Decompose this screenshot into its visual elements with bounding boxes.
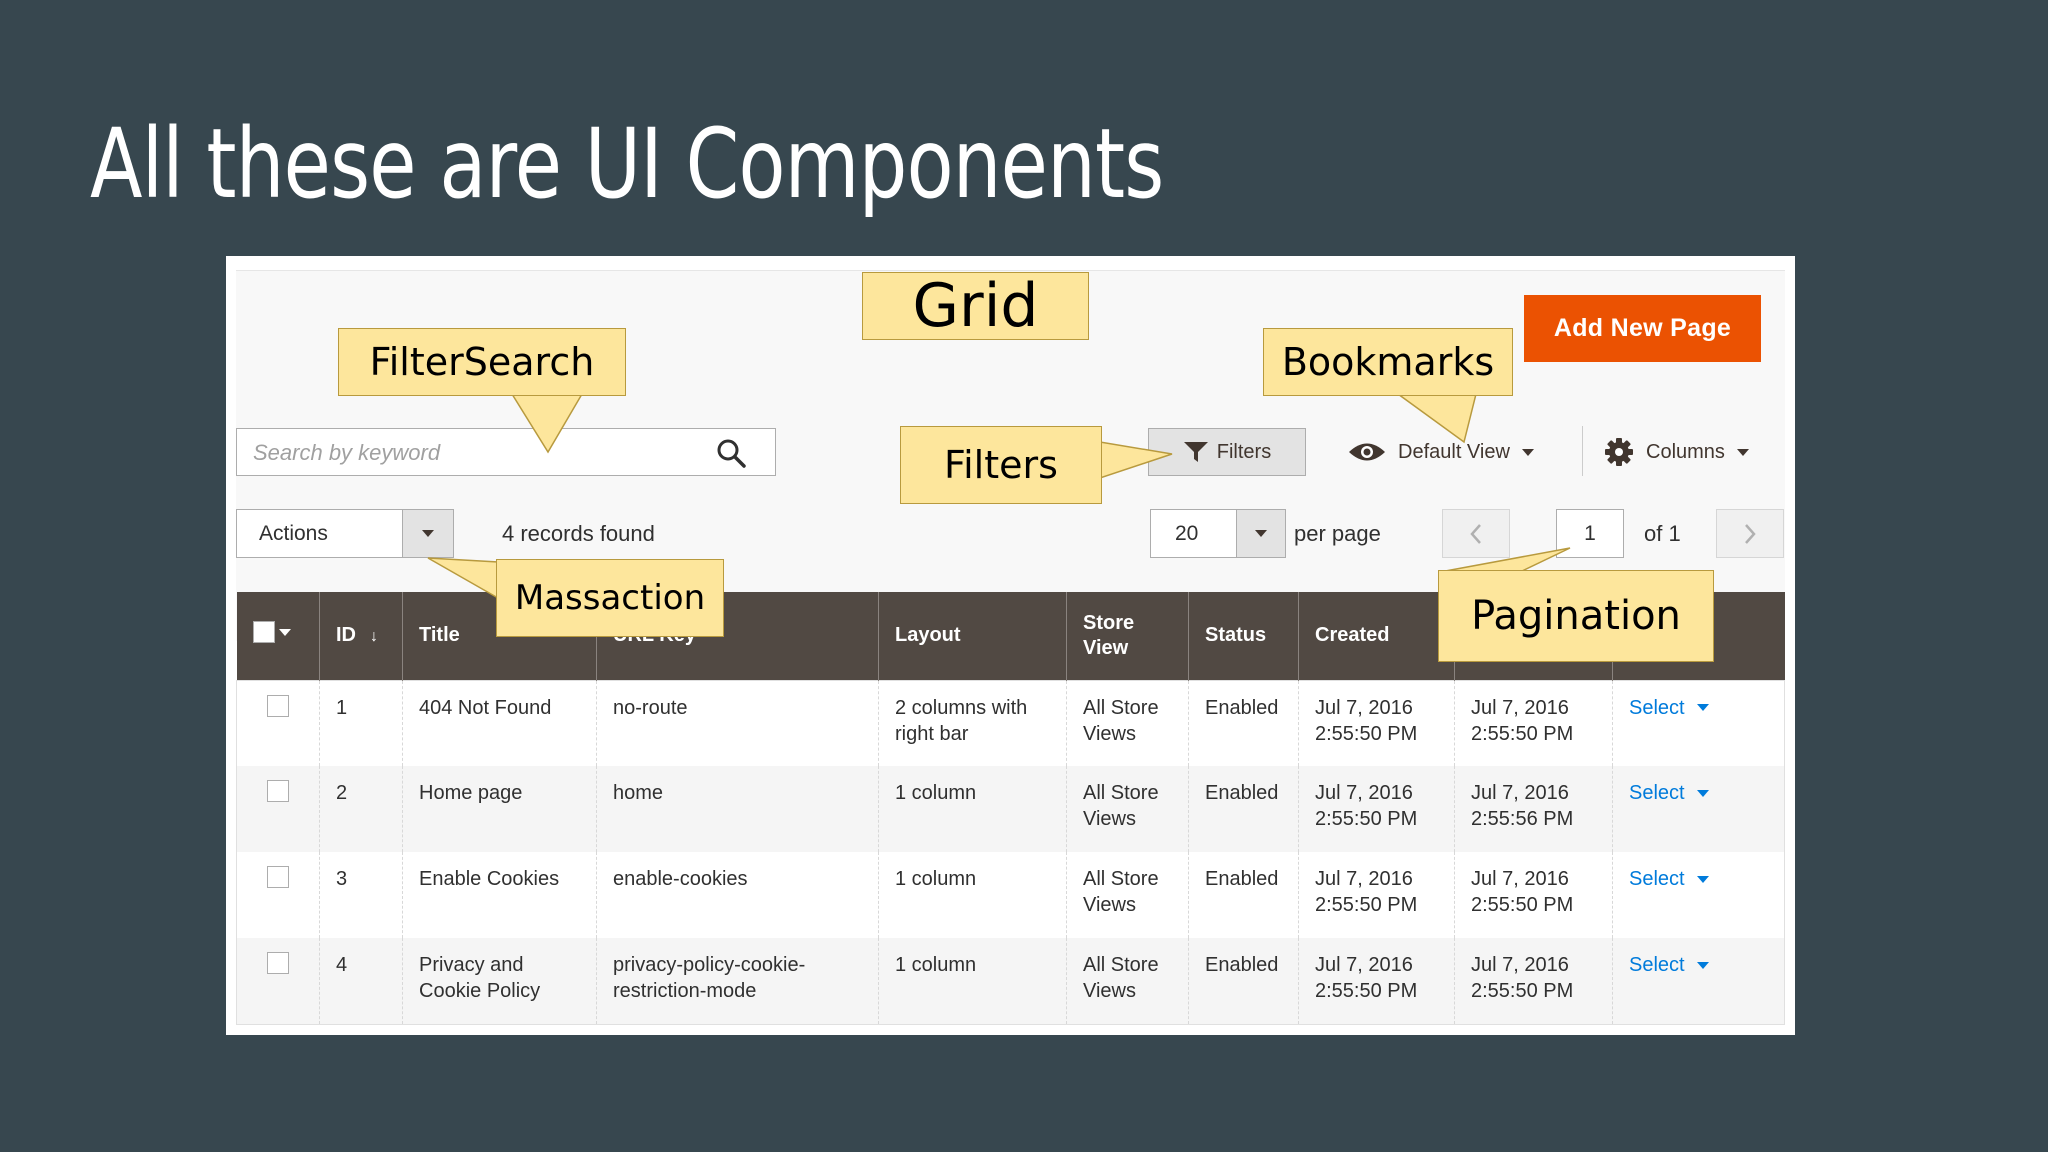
cell-modified: Jul 7, 2016 2:55:50 PM — [1454, 852, 1613, 938]
table-row[interactable]: 4 Privacy and Cookie Policy privacy-poli… — [236, 938, 1785, 1024]
previous-page-button[interactable] — [1442, 509, 1510, 558]
toolbar-divider — [1582, 426, 1583, 476]
funnel-icon — [1183, 442, 1208, 462]
chevron-down-icon — [1696, 704, 1709, 711]
bookmark-label: Default View — [1398, 440, 1510, 463]
chevron-down-icon — [1696, 961, 1709, 969]
filters-button[interactable]: Filters — [1148, 428, 1306, 476]
row-action-select[interactable]: Select — [1629, 866, 1709, 892]
actions-dropdown-toggle[interactable] — [402, 510, 453, 557]
chevron-down-icon — [278, 628, 291, 636]
row-action-select[interactable]: Select — [1629, 952, 1709, 978]
column-header-status[interactable]: Status — [1188, 592, 1299, 680]
bookmarks-dropdown[interactable]: Default View — [1348, 432, 1534, 472]
cell-store-view: All Store Views — [1066, 938, 1189, 1024]
callout-filtersearch: FilterSearch — [338, 328, 626, 396]
cell-title: Enable Cookies — [402, 852, 597, 938]
table-row[interactable]: 3 Enable Cookies enable-cookies 1 column… — [236, 852, 1785, 938]
chevron-left-icon — [1470, 523, 1481, 544]
cell-url-key: home — [596, 766, 879, 852]
chevron-down-icon — [1736, 448, 1749, 456]
filters-label: Filters — [1216, 440, 1272, 463]
cell-created: Jul 7, 2016 2:55:50 PM — [1298, 852, 1455, 938]
chevron-down-icon — [1521, 448, 1534, 456]
eye-icon — [1349, 443, 1385, 461]
cell-url-key: no-route — [596, 680, 879, 766]
chevron-right-icon — [1745, 523, 1756, 544]
cell-created: Jul 7, 2016 2:55:50 PM — [1298, 766, 1455, 852]
next-page-button[interactable] — [1716, 509, 1784, 558]
callout-pagination: Pagination — [1438, 570, 1714, 662]
slide-title: All these are UI Components — [90, 108, 1164, 220]
row-checkbox[interactable] — [267, 952, 289, 974]
table-row[interactable]: 1 404 Not Found no-route 2 columns with … — [236, 680, 1785, 766]
add-new-page-button[interactable]: Add New Page — [1524, 295, 1761, 362]
cell-id: 1 — [319, 680, 403, 766]
cell-title: Home page — [402, 766, 597, 852]
row-action-select[interactable]: Select — [1629, 695, 1709, 721]
cell-layout: 2 columns with right bar — [878, 680, 1067, 766]
cell-store-view: All Store Views — [1066, 766, 1189, 852]
cell-layout: 1 column — [878, 766, 1067, 852]
search-input[interactable] — [251, 435, 695, 471]
table-row[interactable]: 2 Home page home 1 column All Store View… — [236, 766, 1785, 852]
row-checkbox[interactable] — [267, 866, 289, 888]
cell-status: Enabled — [1188, 938, 1299, 1024]
per-page-select[interactable]: 20 — [1150, 509, 1286, 558]
per-page-value: 20 — [1175, 522, 1199, 545]
cell-store-view: All Store Views — [1066, 680, 1189, 766]
chevron-down-icon — [1696, 875, 1709, 883]
cell-store-view: All Store Views — [1066, 852, 1189, 938]
cell-layout: 1 column — [878, 852, 1067, 938]
chevron-down-icon — [1696, 789, 1709, 797]
per-page-label: per page — [1294, 521, 1381, 546]
row-action-select[interactable]: Select — [1629, 780, 1709, 806]
column-header-layout[interactable]: Layout — [878, 592, 1067, 680]
row-checkbox[interactable] — [267, 780, 289, 802]
cell-status: Enabled — [1188, 680, 1299, 766]
page-total-label: of 1 — [1644, 521, 1681, 546]
mass-select-header[interactable] — [236, 592, 320, 680]
callout-filters: Filters — [900, 426, 1102, 504]
column-header-store-view[interactable]: Store View — [1066, 592, 1189, 680]
gear-icon — [1605, 438, 1633, 466]
callout-grid: Grid — [862, 271, 1089, 341]
actions-label: Actions — [259, 522, 328, 545]
cell-layout: 1 column — [878, 938, 1067, 1024]
mass-actions-select[interactable]: Actions — [236, 509, 454, 558]
mass-select-checkbox[interactable] — [252, 621, 291, 644]
current-page-input[interactable] — [1556, 509, 1624, 558]
cell-title: Privacy and Cookie Policy — [402, 938, 597, 1024]
row-checkbox[interactable] — [267, 694, 289, 717]
chevron-down-icon — [1255, 530, 1267, 537]
records-found: 4 records found — [502, 521, 655, 546]
cell-id: 3 — [319, 852, 403, 938]
cell-status: Enabled — [1188, 766, 1299, 852]
cell-modified: Jul 7, 2016 2:55:50 PM — [1454, 680, 1613, 766]
search-icon[interactable] — [715, 437, 747, 469]
cell-url-key: privacy-policy-cookie-restriction-mode — [596, 938, 879, 1024]
cell-url-key: enable-cookies — [596, 852, 879, 938]
cell-created: Jul 7, 2016 2:55:50 PM — [1298, 938, 1455, 1024]
column-header-id[interactable]: ID ↓ — [319, 592, 403, 680]
cell-modified: Jul 7, 2016 2:55:56 PM — [1454, 766, 1613, 852]
callout-massaction: Massaction — [496, 559, 724, 637]
sort-arrow-icon: ↓ — [370, 628, 378, 646]
cell-id: 2 — [319, 766, 403, 852]
cell-created: Jul 7, 2016 2:55:50 PM — [1298, 680, 1455, 766]
cell-title: 404 Not Found — [402, 680, 597, 766]
column-header-created[interactable]: Created — [1298, 592, 1455, 680]
per-page-dropdown-toggle[interactable] — [1236, 510, 1285, 557]
callout-bookmarks: Bookmarks — [1263, 328, 1513, 396]
cell-modified: Jul 7, 2016 2:55:50 PM — [1454, 938, 1613, 1024]
chevron-down-icon — [422, 530, 434, 537]
columns-label: Columns — [1646, 440, 1725, 463]
keyword-search — [236, 428, 776, 476]
cell-id: 4 — [319, 938, 403, 1024]
cell-status: Enabled — [1188, 852, 1299, 938]
columns-dropdown[interactable]: Columns — [1604, 432, 1749, 472]
